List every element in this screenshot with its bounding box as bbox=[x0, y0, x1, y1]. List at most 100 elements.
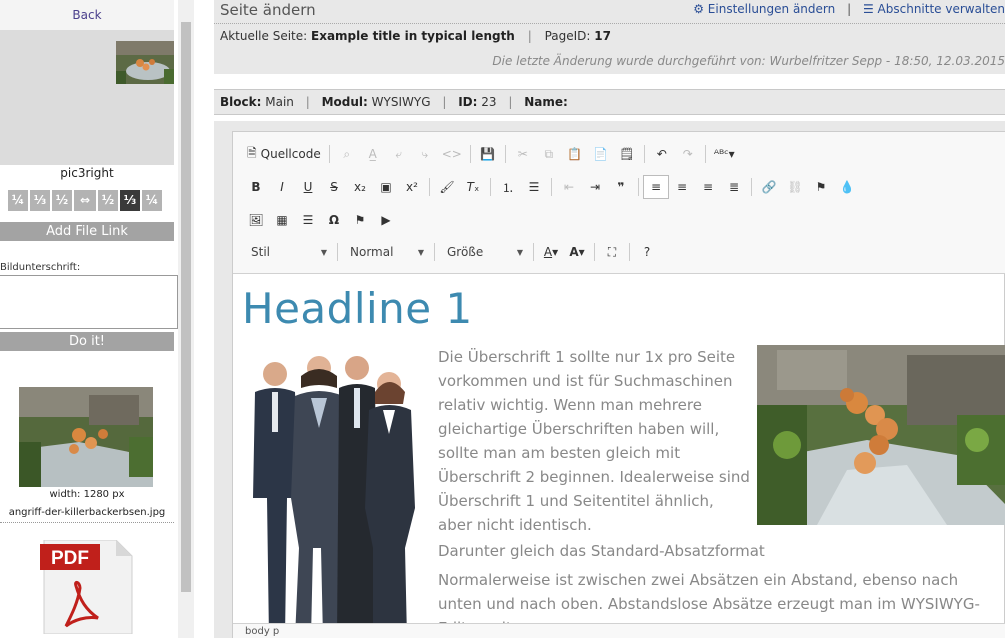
help-icon[interactable]: ? bbox=[634, 240, 660, 264]
superscript-icon[interactable]: x² bbox=[399, 175, 425, 199]
toolbar-row-2: B I U S x₂ ▣ x² 🖌 Tₓ ⒈ ☰ ⇤ ⇥ ❞ ≡ ≡ ≡ ≣ 🔗… bbox=[243, 174, 860, 200]
do-it-button[interactable]: Do it! bbox=[0, 332, 174, 351]
image-icon[interactable]: 🖼 bbox=[243, 208, 269, 232]
outdent-icon[interactable]: ⇤ bbox=[556, 175, 582, 199]
toolbar-separator bbox=[594, 243, 595, 261]
bullet-list-icon[interactable]: ☰ bbox=[521, 175, 547, 199]
align-full-width-button[interactable]: ⇔ bbox=[74, 190, 96, 211]
paragraph-3[interactable]: Normalerweise ist zwischen zwei Absätzen… bbox=[438, 568, 1005, 623]
paste-word-icon[interactable]: 🗒 bbox=[614, 142, 640, 166]
horizontal-line-icon[interactable]: ☰ bbox=[295, 208, 321, 232]
app-root: Back pic3right ¼ ⅓ ½ ⇔ ½ ⅓ ¼ Add File Li… bbox=[0, 0, 1005, 638]
size-dropdown[interactable]: Größe ▼ bbox=[439, 240, 529, 264]
maximize-icon[interactable]: ⛶ bbox=[599, 240, 625, 264]
pdf-file-icon[interactable]: PDF bbox=[40, 540, 134, 634]
current-page-value: Example title in typical length bbox=[311, 29, 515, 43]
align-center-icon[interactable]: ≡ bbox=[669, 175, 695, 199]
file-thumbnail[interactable] bbox=[19, 387, 153, 487]
special-char-icon[interactable]: Ω bbox=[321, 208, 347, 232]
unlink-anchor-icon[interactable]: ⤷ bbox=[412, 142, 438, 166]
sections-link[interactable]: Abschnitte verwalten bbox=[878, 2, 1005, 16]
content-image-right[interactable] bbox=[757, 345, 1005, 525]
clear-format-icon[interactable]: Tₓ bbox=[460, 175, 486, 199]
color-drop-icon[interactable]: 💧 bbox=[834, 175, 860, 199]
align-quarter-left-button[interactable]: ¼ bbox=[8, 190, 28, 211]
background-color-icon[interactable]: A ▾ bbox=[564, 240, 590, 264]
find-icon[interactable]: ⌕ bbox=[334, 142, 360, 166]
toolbar-separator bbox=[643, 145, 645, 163]
align-half-right-button[interactable]: ½ bbox=[98, 190, 118, 211]
sidebar-scroll-thumb[interactable] bbox=[181, 22, 191, 592]
size-dropdown-value: Größe bbox=[447, 245, 484, 259]
alignment-buttons: ¼ ⅓ ½ ⇔ ½ ⅓ ¼ bbox=[8, 190, 162, 211]
indent-icon[interactable]: ⇥ bbox=[582, 175, 608, 199]
business-team-image[interactable] bbox=[241, 348, 421, 623]
toolbar-separator bbox=[469, 145, 471, 163]
toolbar-separator bbox=[551, 178, 552, 196]
format-dropdown-value: Normal bbox=[350, 245, 394, 259]
add-file-link-button[interactable]: Add File Link bbox=[0, 222, 174, 241]
toolbar-row-1: 🗎 Quellcode ⌕ A̲ ⤶ ⤷ <> 💾 ✂ ⧉ 📋 📄 🗒 ↶ ↷ … bbox=[243, 141, 739, 167]
copy-icon[interactable]: ⧉ bbox=[536, 142, 562, 166]
save-icon[interactable]: 💾 bbox=[475, 142, 501, 166]
align-right-icon[interactable]: ≡ bbox=[695, 175, 721, 199]
page-info-line: Aktuelle Seite: Example title in typical… bbox=[220, 29, 611, 43]
link-icon[interactable]: 🔗 bbox=[756, 175, 782, 199]
headline-1[interactable]: Headline 1 bbox=[242, 284, 473, 333]
source-label: Quellcode bbox=[260, 147, 321, 161]
spellcheck-icon[interactable]: ᴬᴮᶜ▾ bbox=[710, 142, 739, 166]
source-button[interactable]: 🗎 Quellcode bbox=[243, 142, 325, 166]
align-half-left-button[interactable]: ½ bbox=[52, 190, 72, 211]
toolbar-separator bbox=[629, 243, 630, 261]
settings-link[interactable]: Einstellungen ändern bbox=[708, 2, 835, 16]
style-dropdown-value: Stil bbox=[251, 245, 270, 259]
play-icon[interactable]: ▶ bbox=[373, 208, 399, 232]
link-separator: | bbox=[847, 2, 852, 16]
back-link[interactable]: Back bbox=[0, 0, 174, 30]
align-quarter-right-button[interactable]: ¼ bbox=[142, 190, 162, 211]
svg-text:PDF: PDF bbox=[51, 548, 89, 569]
style-dropdown[interactable]: Stil ▼ bbox=[243, 240, 333, 264]
blockquote-icon[interactable]: ❞ bbox=[608, 175, 634, 199]
copy-format-icon[interactable]: 🖌 bbox=[434, 175, 460, 199]
id-label: ID: bbox=[458, 95, 478, 109]
anchor-flag-icon[interactable]: ⚑ bbox=[808, 175, 834, 199]
numbered-list-icon[interactable]: ⒈ bbox=[495, 175, 521, 199]
toolbar-separator bbox=[434, 243, 435, 261]
paragraph-2[interactable]: Darunter gleich das Standard-Absatzforma… bbox=[438, 539, 1005, 563]
justify-icon[interactable]: ≣ bbox=[721, 175, 747, 199]
file-name[interactable]: angriff-der-killerbackerbsen.jpg bbox=[0, 507, 174, 523]
align-third-right-button[interactable]: ⅓ bbox=[120, 190, 140, 211]
italic-icon[interactable]: I bbox=[269, 175, 295, 199]
text-color-icon[interactable]: A ▾ bbox=[538, 240, 564, 264]
toolbar-separator bbox=[490, 178, 491, 196]
bold-icon[interactable]: B bbox=[243, 175, 269, 199]
modul-label: Modul: bbox=[321, 95, 368, 109]
anchor-icon[interactable]: ⤶ bbox=[386, 142, 412, 166]
paragraph-1[interactable]: Die Überschrift 1 sollte nur 1x pro Seit… bbox=[438, 345, 750, 537]
editor-content[interactable]: Headline 1 Die Überschrift 1 sollte nur … bbox=[233, 275, 1005, 623]
paste-icon[interactable]: 📋 bbox=[562, 142, 588, 166]
strikethrough-icon[interactable]: S bbox=[321, 175, 347, 199]
code-icon[interactable]: <> bbox=[438, 142, 466, 166]
flag-icon[interactable]: ⚑ bbox=[347, 208, 373, 232]
sidebar-scrollbar[interactable] bbox=[178, 0, 194, 638]
align-third-left-button[interactable]: ⅓ bbox=[30, 190, 50, 211]
table-icon[interactable]: ▦ bbox=[269, 208, 295, 232]
subscript-icon[interactable]: x₂ bbox=[347, 175, 373, 199]
top-links: ⚙ Einstellungen ändern | ☰ Abschnitte ve… bbox=[693, 2, 1005, 16]
undo-icon[interactable]: ↶ bbox=[649, 142, 675, 166]
redo-icon[interactable]: ↷ bbox=[675, 142, 701, 166]
paste-text-icon[interactable]: 📄 bbox=[588, 142, 614, 166]
remove-format-icon[interactable]: ▣ bbox=[373, 175, 399, 199]
cut-icon[interactable]: ✂ bbox=[510, 142, 536, 166]
format-dropdown[interactable]: Normal ▼ bbox=[342, 240, 430, 264]
caption-input[interactable] bbox=[0, 275, 178, 329]
unlink-icon[interactable]: ⛓ bbox=[782, 175, 808, 199]
element-path-bar[interactable]: body p bbox=[233, 623, 1005, 638]
underline-icon[interactable]: U bbox=[295, 175, 321, 199]
toolbar-row-3: 🖼 ▦ ☰ Ω ⚑ ▶ bbox=[243, 207, 399, 233]
id-value: 23 bbox=[481, 95, 497, 109]
align-left-icon[interactable]: ≡ bbox=[643, 175, 669, 199]
replace-icon[interactable]: A̲ bbox=[360, 142, 386, 166]
